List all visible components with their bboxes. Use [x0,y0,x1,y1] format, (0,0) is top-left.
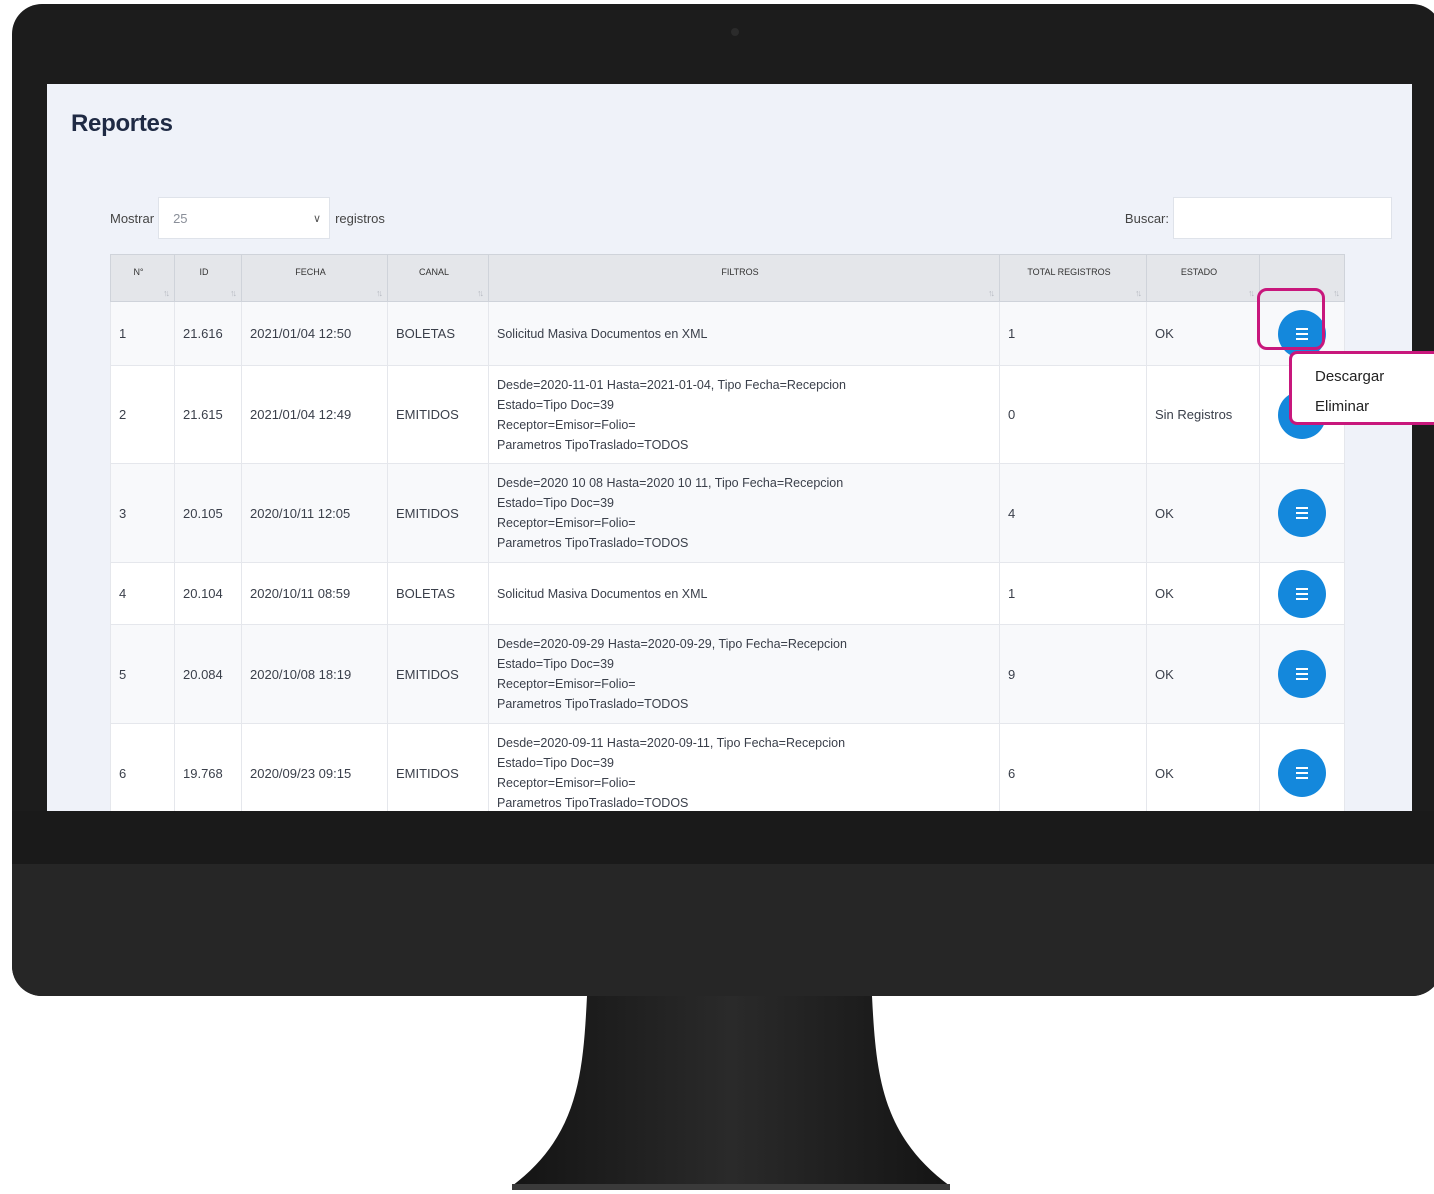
cell-filtros: Desde=2020-09-29 Hasta=2020-09-29, Tipo … [488,624,1000,724]
hamburger-menu-icon [1296,587,1308,600]
page-length-control: Mostrar 25 ∨ registros [110,197,385,239]
cell-fecha: 2020/09/23 09:15 [241,723,388,811]
col-header-canal[interactable]: CANAL ↑↓ [387,254,489,302]
cell-actions [1259,562,1345,625]
col-header-n[interactable]: N° ↑↓ [110,254,175,302]
table-row: 6 19.768 2020/09/23 09:15 EMITIDOS Desde… [110,723,1345,811]
cell-actions [1259,723,1345,811]
cell-fecha: 2020/10/08 18:19 [241,624,388,724]
cell-fecha: 2021/01/04 12:49 [241,365,388,464]
cell-fecha: 2021/01/04 12:50 [241,301,388,366]
hamburger-menu-icon [1296,767,1308,779]
cell-filtros: Desde=2020-09-11 Hasta=2020-09-11, Tipo … [488,723,1000,811]
table-row: 5 20.084 2020/10/08 18:19 EMITIDOS Desde… [110,624,1345,724]
search-control: Buscar: [1125,197,1392,239]
cell-estado: OK [1146,562,1260,625]
show-label: Mostrar [110,210,155,226]
col-header-estado[interactable]: ESTADO ↑↓ [1146,254,1260,302]
cell-estado: OK [1146,301,1260,366]
page-size-value: 25 [173,210,188,226]
cell-n: 1 [110,301,175,366]
cell-estado: OK [1146,624,1260,724]
cell-fecha: 2020/10/11 12:05 [241,463,388,563]
cell-total: 9 [999,624,1147,724]
table-header-row: N° ↑↓ ID ↑↓ FECHA ↑↓ CANAL ↑↓ FILTROS ↑↓ TOTA… [110,254,1345,302]
cell-total: 4 [999,463,1147,563]
cell-n: 5 [110,624,175,724]
row-actions-menu: Descargar Eliminar [1289,351,1434,425]
hamburger-menu-icon [1296,507,1308,519]
cell-canal: EMITIDOS [387,365,489,464]
cell-filtros: Desde=2020-11-01 Hasta=2021-01-04, Tipo … [488,365,1000,464]
sort-icon: ↑↓ [477,288,484,298]
cell-n: 2 [110,365,175,464]
cell-n: 6 [110,723,175,811]
table-row: 1 21.616 2021/01/04 12:50 BOLETAS Solici… [110,301,1345,366]
cell-actions [1259,624,1345,724]
cell-canal: EMITIDOS [387,463,489,563]
app-screen: Reportes Mostrar 25 ∨ registros Buscar: … [47,84,1412,811]
col-header-id[interactable]: ID ↑↓ [174,254,242,302]
sort-icon: ↑↓ [163,288,170,298]
cell-filtros: Solicitud Masiva Documentos en XML [488,301,1000,366]
search-label: Buscar: [1124,210,1169,226]
table-row: 3 20.105 2020/10/11 12:05 EMITIDOS Desde… [110,463,1345,563]
action-button-highlight [1257,288,1325,350]
cell-n: 3 [110,463,175,563]
table-row: 2 21.615 2021/01/04 12:49 EMITIDOS Desde… [110,365,1345,464]
reports-table: N° ↑↓ ID ↑↓ FECHA ↑↓ CANAL ↑↓ FILTROS ↑↓ TOTA… [110,254,1345,811]
sort-icon: ↑↓ [1135,288,1142,298]
monitor-bezel [12,811,1434,864]
row-actions-button[interactable] [1278,569,1326,618]
sort-icon: ↑↓ [988,288,995,298]
col-header-filtros[interactable]: FILTROS ↑↓ [488,254,1000,302]
cell-estado: OK [1146,463,1260,563]
row-actions-button[interactable] [1278,749,1326,797]
cell-id: 19.768 [174,723,242,811]
cell-fecha: 2020/10/11 08:59 [241,562,388,625]
row-actions-button[interactable] [1278,489,1326,537]
cell-total: 0 [999,365,1147,464]
table-row: 4 20.104 2020/10/11 08:59 BOLETAS Solici… [110,562,1345,625]
col-header-total[interactable]: TOTAL REGISTROS ↑↓ [999,254,1147,302]
page-title: Reportes [71,110,173,137]
cell-estado: Sin Registros [1146,365,1260,464]
cell-canal: EMITIDOS [387,624,489,724]
cell-filtros: Desde=2020 10 08 Hasta=2020 10 11, Tipo … [488,463,1000,563]
monitor-chin [12,864,1434,996]
cell-estado: OK [1146,723,1260,811]
cell-total: 6 [999,723,1147,811]
cell-canal: EMITIDOS [387,723,489,811]
chevron-down-icon: ∨ [313,212,322,225]
records-label: registros [335,210,385,226]
cell-id: 21.615 [174,365,242,464]
hamburger-menu-icon [1296,668,1308,680]
monitor-stand [512,996,950,1190]
sort-icon: ↑↓ [230,288,237,298]
cell-filtros: Solicitud Masiva Documentos en XML [488,562,1000,625]
page-size-select[interactable]: 25 ∨ [158,197,331,239]
cell-total: 1 [999,301,1147,366]
cell-canal: BOLETAS [387,562,489,625]
cell-total: 1 [999,562,1147,625]
menu-item-eliminar[interactable]: Eliminar [1315,398,1369,415]
cell-id: 20.104 [174,562,242,625]
webcam [731,28,739,36]
cell-canal: BOLETAS [387,301,489,366]
cell-id: 20.084 [174,624,242,724]
cell-id: 21.616 [174,301,242,366]
sort-icon: ↑↓ [376,288,383,298]
sort-icon: ↑↓ [1333,288,1340,298]
row-actions-button[interactable] [1278,650,1326,698]
col-header-fecha[interactable]: FECHA ↑↓ [241,254,388,302]
cell-n: 4 [110,562,175,625]
menu-item-descargar[interactable]: Descargar [1315,368,1384,385]
sort-icon: ↑↓ [1248,288,1255,298]
search-input[interactable] [1173,197,1392,239]
cell-id: 20.105 [174,463,242,563]
cell-actions [1259,463,1345,563]
